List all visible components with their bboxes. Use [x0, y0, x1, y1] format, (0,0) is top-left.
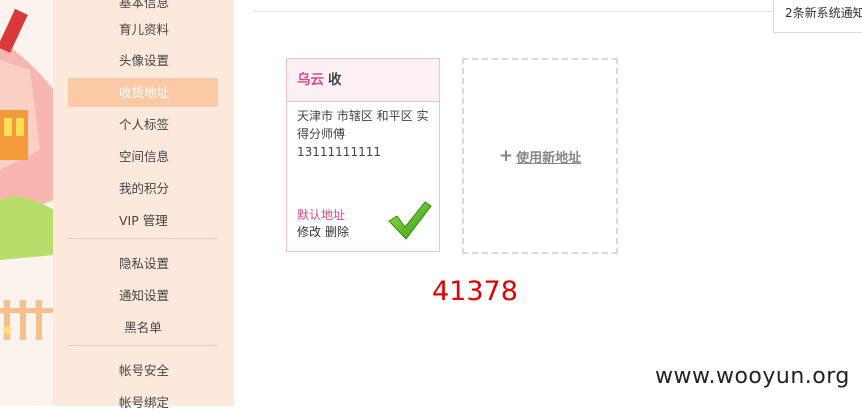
system-notice-text[interactable]: 2条新系统通知 — [785, 6, 862, 20]
system-notice-popup[interactable]: 2条新系统通知 — [773, 0, 862, 33]
sidebar-item-parenting-info[interactable]: 育儿资料 — [68, 15, 218, 44]
sidebar-item-privacy[interactable]: 隐私设置 — [68, 249, 218, 278]
sidebar-divider — [68, 238, 218, 239]
watermark: www.wooyun.org — [655, 364, 850, 389]
address-text: 天津市 市辖区 和平区 实得分师傅 — [297, 109, 429, 141]
add-new-address-button[interactable]: + 使用新地址 — [462, 58, 618, 254]
add-new-address-label[interactable]: 使用新地址 — [516, 147, 581, 166]
edit-address-link[interactable]: 修改 — [297, 225, 321, 239]
receiver-name: 乌云 — [297, 72, 324, 88]
default-address-label: 默认地址 — [297, 208, 346, 222]
address-actions: 修改 删除 — [297, 223, 353, 240]
sidebar-item-vip[interactable]: VIP 管理 — [68, 206, 218, 235]
address-card[interactable]: 乌云收 天津市 市辖区 和平区 实得分师傅 13111111111 默认地址 修… — [286, 58, 440, 252]
settings-sidebar: 基本信息 育儿资料 头像设置 收货地址 个人标签 空间信息 我的积分 VIP 管… — [53, 0, 234, 410]
checkmark-icon — [387, 199, 433, 245]
header-rule — [252, 11, 862, 12]
sidebar-item-my-points[interactable]: 我的积分 — [68, 174, 218, 203]
plus-icon: + — [498, 146, 514, 166]
phone-number: 13111111111 — [297, 145, 381, 159]
delete-address-link[interactable]: 删除 — [325, 225, 349, 239]
address-card-header: 乌云收 — [287, 59, 439, 102]
sidebar-divider — [68, 345, 218, 346]
sidebar-item-shipping-address[interactable]: 收货地址 — [68, 78, 218, 107]
sidebar-item-account-binding[interactable]: 帐号绑定 — [68, 388, 218, 417]
cartoon-illustration — [0, 0, 54, 406]
sidebar-item-personal-tags[interactable]: 个人标签 — [68, 110, 218, 139]
address-card-body: 天津市 市辖区 和平区 实得分师傅 13111111111 — [287, 102, 439, 161]
sidebar-item-account-security[interactable]: 帐号安全 — [68, 356, 218, 385]
receiver-tag: 收 — [328, 72, 342, 88]
sidebar-item-avatar-settings[interactable]: 头像设置 — [68, 46, 218, 75]
sidebar-item-space-info[interactable]: 空间信息 — [68, 142, 218, 171]
sidebar-item-notification[interactable]: 通知设置 — [68, 281, 218, 310]
overlay-code: 41378 — [432, 276, 518, 307]
sidebar-item-blacklist[interactable]: 黑名单 — [68, 313, 218, 342]
